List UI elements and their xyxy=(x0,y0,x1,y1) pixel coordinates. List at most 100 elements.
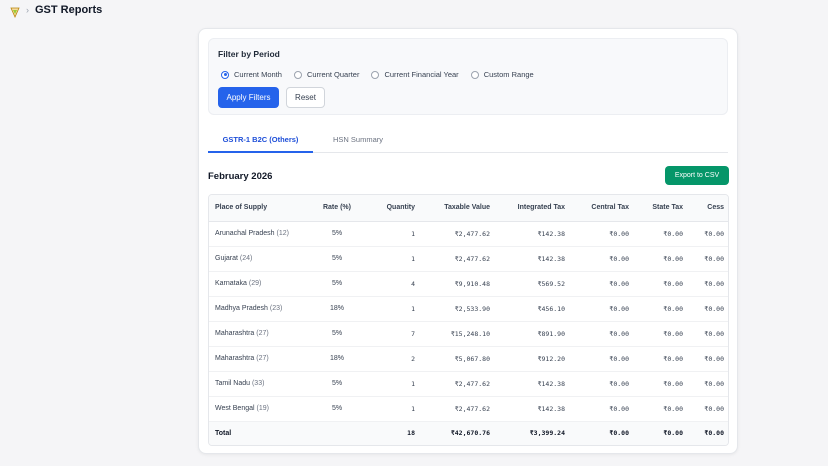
cell-taxable: ₹2,533.90 xyxy=(421,296,496,322)
table-row: Madhya Pradesh (23) 18% 1 ₹2,533.90 ₹456… xyxy=(209,296,728,322)
filter-panel: Filter by Period Current Month Current Q… xyxy=(208,38,728,115)
cell-igst: ₹569.52 xyxy=(496,271,571,297)
cell-qty: 2 xyxy=(363,346,421,372)
cell-place: Maharashtra (27) xyxy=(209,346,311,372)
col-rate: Rate (%) xyxy=(311,195,363,222)
col-cess: Cess xyxy=(689,195,728,222)
cell-qty: 1 xyxy=(363,246,421,272)
radio-current-financial-year-label: Current Financial Year xyxy=(384,70,459,79)
radio-current-financial-year[interactable]: Current Financial Year xyxy=(371,70,459,79)
total-taxable: ₹42,670.76 xyxy=(421,421,496,445)
table-header-row: Place of Supply Rate (%) Quantity Taxabl… xyxy=(209,195,728,222)
cell-rate: 18% xyxy=(311,346,363,372)
cell-cgst: ₹0.00 xyxy=(571,396,635,422)
cell-cess: ₹0.00 xyxy=(689,396,728,422)
col-integrated-tax: Integrated Tax xyxy=(496,195,571,222)
radio-current-month-control[interactable] xyxy=(221,70,229,79)
cell-taxable: ₹2,477.62 xyxy=(421,246,496,272)
cell-igst: ₹142.38 xyxy=(496,221,571,247)
filter-title: Filter by Period xyxy=(218,49,280,59)
cell-place: West Bengal (19) xyxy=(209,396,311,422)
table-row: Tamil Nadu (33) 5% 1 ₹2,477.62 ₹142.38 ₹… xyxy=(209,371,728,397)
cell-rate: 5% xyxy=(311,246,363,272)
period-radio-group: Current Month Current Quarter Current Fi… xyxy=(221,70,546,79)
cell-cgst: ₹0.00 xyxy=(571,271,635,297)
cell-place: Tamil Nadu (33) xyxy=(209,371,311,397)
app-logo-icon[interactable] xyxy=(10,5,20,18)
cell-sgst: ₹0.00 xyxy=(635,221,689,247)
cell-sgst: ₹0.00 xyxy=(635,246,689,272)
cell-rate: 5% xyxy=(311,321,363,347)
reset-button[interactable]: Reset xyxy=(286,87,325,108)
cell-taxable: ₹2,477.62 xyxy=(421,371,496,397)
cell-igst: ₹142.38 xyxy=(496,396,571,422)
cell-sgst: ₹0.00 xyxy=(635,321,689,347)
cell-rate: 5% xyxy=(311,271,363,297)
total-cgst: ₹0.00 xyxy=(571,421,635,445)
cell-cess: ₹0.00 xyxy=(689,271,728,297)
cell-qty: 1 xyxy=(363,396,421,422)
cell-cgst: ₹0.00 xyxy=(571,246,635,272)
export-csv-button[interactable]: Export to CSV xyxy=(665,166,729,185)
cell-igst: ₹142.38 xyxy=(496,371,571,397)
cell-qty: 1 xyxy=(363,371,421,397)
col-central-tax: Central Tax xyxy=(571,195,635,222)
table-row: West Bengal (19) 5% 1 ₹2,477.62 ₹142.38 … xyxy=(209,396,728,422)
cell-taxable: ₹5,067.80 xyxy=(421,346,496,372)
tab-hsn-summary[interactable]: HSN Summary xyxy=(323,130,393,153)
page-title: GST Reports xyxy=(35,4,103,16)
cell-cess: ₹0.00 xyxy=(689,296,728,322)
total-sgst: ₹0.00 xyxy=(635,421,689,445)
cell-taxable: ₹2,477.62 xyxy=(421,396,496,422)
b2c-table: Place of Supply Rate (%) Quantity Taxabl… xyxy=(208,194,729,446)
col-state-tax: State Tax xyxy=(635,195,689,222)
report-period-heading: February 2026 xyxy=(208,171,273,182)
cell-cgst: ₹0.00 xyxy=(571,346,635,372)
radio-current-month[interactable]: Current Month xyxy=(221,70,282,79)
cell-cgst: ₹0.00 xyxy=(571,221,635,247)
cell-sgst: ₹0.00 xyxy=(635,296,689,322)
cell-cgst: ₹0.00 xyxy=(571,296,635,322)
col-taxable-value: Taxable Value xyxy=(421,195,496,222)
cell-taxable: ₹9,910.48 xyxy=(421,271,496,297)
radio-current-quarter[interactable]: Current Quarter xyxy=(293,70,360,79)
tab-gstr1-b2c[interactable]: GSTR-1 B2C (Others) xyxy=(208,130,313,153)
col-place-of-supply: Place of Supply xyxy=(209,195,311,222)
cell-cess: ₹0.00 xyxy=(689,221,728,247)
total-igst: ₹3,399.24 xyxy=(496,421,571,445)
cell-qty: 1 xyxy=(363,296,421,322)
cell-qty: 1 xyxy=(363,221,421,247)
report-card: Filter by Period Current Month Current Q… xyxy=(198,28,738,454)
total-label: Total xyxy=(209,421,311,445)
top-bar: › GST Reports xyxy=(10,3,103,18)
table-row: Arunachal Pradesh (12) 5% 1 ₹2,477.62 ₹1… xyxy=(209,221,728,247)
cell-qty: 4 xyxy=(363,271,421,297)
radio-current-month-label: Current Month xyxy=(234,70,282,79)
cell-place: Madhya Pradesh (23) xyxy=(209,296,311,322)
radio-current-quarter-control[interactable] xyxy=(293,70,302,79)
radio-custom-range[interactable]: Custom Range xyxy=(470,70,534,79)
radio-current-financial-year-control[interactable] xyxy=(371,70,380,79)
cell-taxable: ₹2,477.62 xyxy=(421,221,496,247)
cell-place: Arunachal Pradesh (12) xyxy=(209,221,311,247)
report-tabs: GSTR-1 B2C (Others) HSN Summary xyxy=(208,130,728,153)
cell-sgst: ₹0.00 xyxy=(635,396,689,422)
cell-igst: ₹456.10 xyxy=(496,296,571,322)
apply-filters-button[interactable]: Apply Filters xyxy=(218,87,279,108)
radio-custom-range-label: Custom Range xyxy=(483,70,534,79)
radio-current-quarter-label: Current Quarter xyxy=(306,70,360,79)
table-row: Maharashtra (27) 5% 7 ₹15,248.10 ₹891.90… xyxy=(209,321,728,347)
table-row: Maharashtra (27) 18% 2 ₹5,067.80 ₹912.20… xyxy=(209,346,728,372)
breadcrumb-separator: › xyxy=(26,5,29,15)
cell-place: Karnataka (29) xyxy=(209,271,311,297)
cell-sgst: ₹0.00 xyxy=(635,371,689,397)
cell-igst: ₹142.38 xyxy=(496,246,571,272)
cell-taxable: ₹15,248.10 xyxy=(421,321,496,347)
cell-qty: 7 xyxy=(363,321,421,347)
cell-igst: ₹912.20 xyxy=(496,346,571,372)
radio-custom-range-control[interactable] xyxy=(470,70,479,79)
cell-cess: ₹0.00 xyxy=(689,371,728,397)
total-rate xyxy=(311,421,363,445)
cell-rate: 5% xyxy=(311,396,363,422)
cell-rate: 18% xyxy=(311,296,363,322)
